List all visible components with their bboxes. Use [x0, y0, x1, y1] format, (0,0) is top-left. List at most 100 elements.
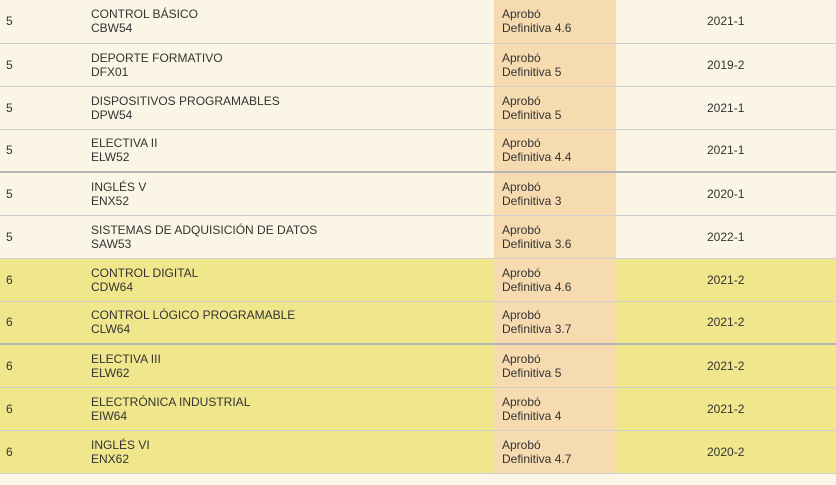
- table-row: 5 CONTROL BÁSICO CBW54 Aprobó Definitiva 4…: [0, 0, 836, 44]
- grade-cell: Aprobó Definitiva 4.6: [494, 0, 616, 44]
- semester-cell: 6: [0, 430, 91, 474]
- grade-status: Aprobó: [502, 93, 541, 108]
- subject-name: CONTROL LÓGICO PROGRAMABLE: [91, 308, 296, 323]
- period-cell: 2021-1: [616, 0, 836, 44]
- subject-cell: CONTROL LÓGICO PROGRAMABLE CLW64: [91, 301, 494, 345]
- table-row: 6 CONTROL LÓGICO PROGRAMABLE CLW64 Aprobó…: [0, 301, 836, 345]
- grade-cell: Aprobó Definitiva 4.6: [494, 258, 616, 302]
- subject-cell: INGLÉS VI ENX62: [91, 430, 494, 474]
- subject-name: CONTROL BÁSICO: [91, 7, 198, 22]
- grade-status: Aprobó: [502, 394, 541, 409]
- semester-cell: 5: [0, 43, 91, 87]
- grade-cell: Aprobó Definitiva 4.7: [494, 430, 616, 474]
- subject-code: ELW52: [91, 150, 130, 165]
- grade-cell: Aprobó Definitiva 5: [494, 344, 616, 388]
- subject-name: CONTROL DIGITAL: [91, 265, 199, 280]
- grade-status: Aprobó: [502, 7, 541, 22]
- table-row: 6 CONTROL DIGITAL CDW64 Aprobó Definitiva …: [0, 258, 836, 302]
- period-cell: 2021-1: [616, 129, 836, 173]
- period-cell: 2021-2: [616, 344, 836, 388]
- period-cell: 2021-2: [616, 258, 836, 302]
- semester-cell: 5: [0, 172, 91, 216]
- period-cell: 2021-1: [616, 86, 836, 130]
- table-row: 5 ELECTIVA II ELW52 Aprobó Definitiva 4.4 …: [0, 129, 836, 173]
- grade-value: Definitiva 3.7: [502, 322, 572, 337]
- subject-cell: INGLÉS V ENX52: [91, 172, 494, 216]
- grade-status: Aprobó: [502, 351, 541, 366]
- table-row: 5 INGLÉS V ENX52 Aprobó Definitiva 3 2020-…: [0, 172, 836, 216]
- subject-code: EIW64: [91, 408, 128, 423]
- semester-cell: 5: [0, 0, 91, 44]
- subject-code: DPW54: [91, 107, 133, 122]
- grade-cell: Aprobó Definitiva 5: [494, 86, 616, 130]
- subject-cell: CONTROL BÁSICO CBW54: [91, 0, 494, 44]
- semester-cell: 5: [0, 86, 91, 130]
- period-cell: 2020-1: [616, 172, 836, 216]
- semester-cell: 6: [0, 301, 91, 345]
- grade-value: Definitiva 4.6: [502, 21, 572, 36]
- subject-cell: SISTEMAS DE ADQUISICIÓN DE DATOS SAW53: [91, 215, 494, 259]
- semester-cell: 6: [0, 258, 91, 302]
- grade-status: Aprobó: [502, 265, 541, 280]
- grade-cell: Aprobó Definitiva 5: [494, 43, 616, 87]
- semester-cell: 5: [0, 129, 91, 173]
- subject-code: ELW62: [91, 365, 130, 380]
- subject-name: DEPORTE FORMATIVO: [91, 50, 223, 65]
- period-cell: 2021-2: [616, 387, 836, 431]
- semester-cell: 6: [0, 344, 91, 388]
- grade-cell: Aprobó Definitiva 3: [494, 172, 616, 216]
- subject-name: INGLÉS VI: [91, 437, 150, 452]
- period-cell: 2022-1: [616, 215, 836, 259]
- subject-cell: ELECTIVA III ELW62: [91, 344, 494, 388]
- subject-code: CBW54: [91, 21, 133, 36]
- period-cell: 2019-2: [616, 43, 836, 87]
- subject-cell: ELECTRÓNICA INDUSTRIAL EIW64: [91, 387, 494, 431]
- grade-cell: Aprobó Definitiva 3.6: [494, 215, 616, 259]
- subject-code: SAW53: [91, 236, 132, 251]
- subject-name: ELECTIVA III: [91, 351, 161, 366]
- grade-value: Definitiva 4.4: [502, 150, 572, 165]
- grade-value: Definitiva 4.6: [502, 279, 572, 294]
- table-row: 5 DISPOSITIVOS PROGRAMABLES DPW54 Aprobó D…: [0, 86, 836, 130]
- semester-cell: 6: [0, 387, 91, 431]
- subject-name: ELECTRÓNICA INDUSTRIAL: [91, 394, 251, 409]
- grade-value: Definitiva 3: [502, 193, 562, 208]
- subject-name: DISPOSITIVOS PROGRAMABLES: [91, 93, 280, 108]
- table-row: 5 SISTEMAS DE ADQUISICIÓN DE DATOS SAW53 …: [0, 215, 836, 259]
- grade-status: Aprobó: [502, 222, 541, 237]
- grade-value: Definitiva 5: [502, 64, 562, 79]
- subject-code: ENX52: [91, 193, 130, 208]
- table-row: 6 INGLÉS VI ENX62 Aprobó Definitiva 4.7 20…: [0, 430, 836, 474]
- grade-value: Definitiva 5: [502, 365, 562, 380]
- period-cell: 2020-2: [616, 430, 836, 474]
- table-row: 6 ELECTRÓNICA INDUSTRIAL EIW64 Aprobó Defi…: [0, 387, 836, 431]
- subject-cell: ELECTIVA II ELW52: [91, 129, 494, 173]
- subject-code: ENX62: [91, 451, 130, 466]
- grade-status: Aprobó: [502, 437, 541, 452]
- grade-value: Definitiva 4: [502, 408, 562, 423]
- subject-cell: DISPOSITIVOS PROGRAMABLES DPW54: [91, 86, 494, 130]
- table-row: 5 DEPORTE FORMATIVO DFX01 Aprobó Definitiv…: [0, 43, 836, 87]
- grade-status: Aprobó: [502, 179, 541, 194]
- grade-value: Definitiva 3.6: [502, 236, 572, 251]
- grade-value: Definitiva 5: [502, 107, 562, 122]
- grade-cell: Aprobó Definitiva 4.4: [494, 129, 616, 173]
- grade-status: Aprobó: [502, 136, 541, 151]
- grade-status: Aprobó: [502, 50, 541, 65]
- subject-code: DFX01: [91, 64, 129, 79]
- subject-name: SISTEMAS DE ADQUISICIÓN DE DATOS: [91, 222, 318, 237]
- period-cell: 2021-2: [616, 301, 836, 345]
- subject-code: CDW64: [91, 279, 134, 294]
- subject-name: INGLÉS V: [91, 179, 147, 194]
- grade-value: Definitiva 4.7: [502, 451, 572, 466]
- subject-cell: CONTROL DIGITAL CDW64: [91, 258, 494, 302]
- subject-name: ELECTIVA II: [91, 136, 158, 151]
- table-row: 6 ELECTIVA III ELW62 Aprobó Definitiva 5 2…: [0, 344, 836, 388]
- grade-cell: Aprobó Definitiva 4: [494, 387, 616, 431]
- grades-table: 5 CONTROL BÁSICO CBW54 Aprobó Definitiva 4…: [0, 0, 836, 474]
- grade-cell: Aprobó Definitiva 3.7: [494, 301, 616, 345]
- subject-cell: DEPORTE FORMATIVO DFX01: [91, 43, 494, 87]
- grade-status: Aprobó: [502, 308, 541, 323]
- subject-code: CLW64: [91, 322, 131, 337]
- semester-cell: 5: [0, 215, 91, 259]
